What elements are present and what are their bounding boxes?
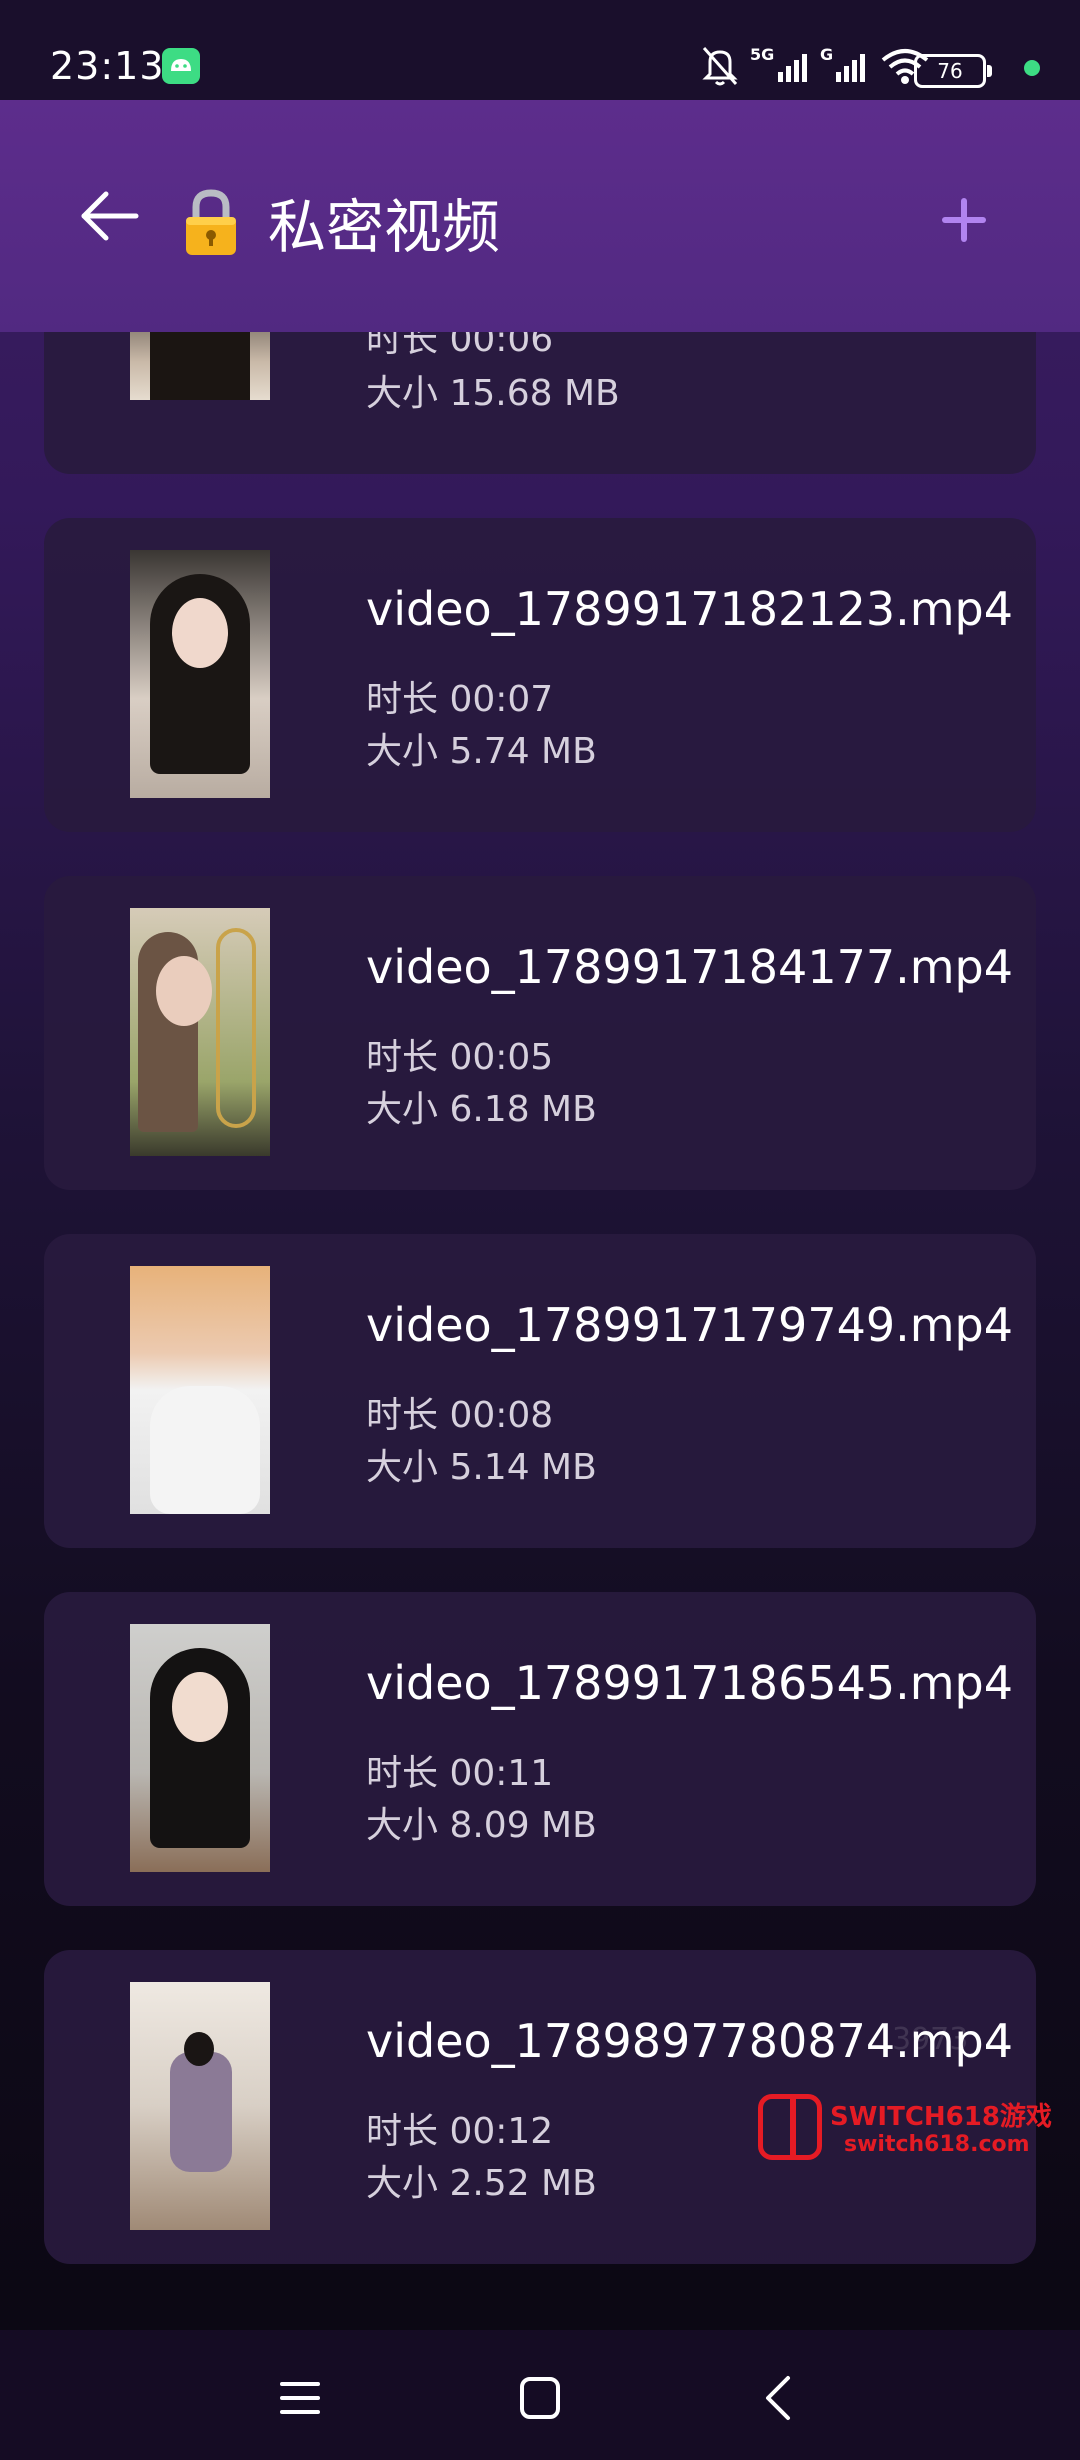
video-card[interactable]: video_1789917182123.mp4 时长 00:07 大小 5.74…	[44, 518, 1036, 832]
watermark-site: switch618.com	[844, 2132, 1030, 2157]
battery-icon: 76	[914, 54, 992, 88]
app-bar: 私密视频	[0, 100, 1080, 332]
svg-text:5G: 5G	[750, 45, 774, 64]
video-card[interactable]: video_1789917186545.mp4 时长 00:11 大小 8.09…	[44, 1592, 1036, 1906]
video-filename: video_1789917179749.mp4	[366, 1298, 1014, 1352]
status-bar: 23:13 5G G 76	[0, 0, 1080, 100]
site-watermark: SWITCH618游戏 switch618.com	[758, 2094, 1058, 2168]
back-chevron-icon[interactable]	[750, 2370, 810, 2426]
switch-logo-icon	[758, 2094, 822, 2160]
video-thumbnail	[130, 550, 270, 798]
android-app-icon	[162, 48, 200, 84]
bell-off-icon	[702, 47, 738, 86]
video-size: 大小 5.74 MB	[366, 731, 597, 772]
watermark-brand: SWITCH618游戏	[830, 2102, 1052, 2132]
video-duration: 时长 00:07	[366, 679, 554, 720]
page-title-text: 私密视频	[268, 193, 501, 261]
video-size: 大小 6.18 MB	[366, 1089, 597, 1130]
status-icons: 5G G 76	[700, 44, 1040, 88]
add-video-button[interactable]	[942, 198, 986, 242]
lock-icon	[186, 189, 236, 255]
video-duration: 时长 00:11	[366, 1753, 554, 1794]
video-thumbnail	[130, 1624, 270, 1872]
video-thumbnail	[130, 1266, 270, 1514]
video-card[interactable]: video_1789917184177.mp4 时长 00:05 大小 6.18…	[44, 876, 1036, 1190]
menu-icon[interactable]	[270, 2370, 330, 2426]
video-filename: video_1789917184177.mp4	[366, 940, 1014, 994]
video-size: 大小 8.09 MB	[366, 1805, 597, 1846]
video-thumbnail	[130, 908, 270, 1156]
video-filename: video_1789917182123.mp4	[366, 582, 1014, 636]
g-signal-icon: G	[820, 45, 865, 82]
video-duration: 时长 00:08	[366, 1395, 554, 1436]
video-filename: video_1789917186545.mp4	[366, 1656, 1014, 1710]
charging-dot	[1024, 60, 1040, 76]
faint-watermark-text: 3973	[892, 2022, 969, 2057]
system-nav-bar	[0, 2330, 1080, 2460]
video-size: 大小 2.52 MB	[366, 2163, 597, 2204]
video-size: 大小 15.68 MB	[366, 373, 620, 414]
5g-signal-icon: 5G	[750, 45, 807, 82]
home-square-icon[interactable]	[510, 2370, 570, 2426]
video-list: 时长 00:06 大小 15.68 MB video_1789917182123…	[0, 0, 1080, 2330]
back-button[interactable]	[78, 188, 140, 244]
video-duration: 时长 00:12	[366, 2111, 554, 2152]
status-time: 23:13	[50, 44, 165, 88]
page-title: 私密视频	[180, 180, 500, 264]
video-card[interactable]: video_1789917179749.mp4 时长 00:08 大小 5.14…	[44, 1234, 1036, 1548]
svg-text:G: G	[820, 45, 833, 64]
video-size: 大小 5.14 MB	[366, 1447, 597, 1488]
video-duration: 时长 00:05	[366, 1037, 554, 1078]
video-thumbnail	[130, 1982, 270, 2230]
